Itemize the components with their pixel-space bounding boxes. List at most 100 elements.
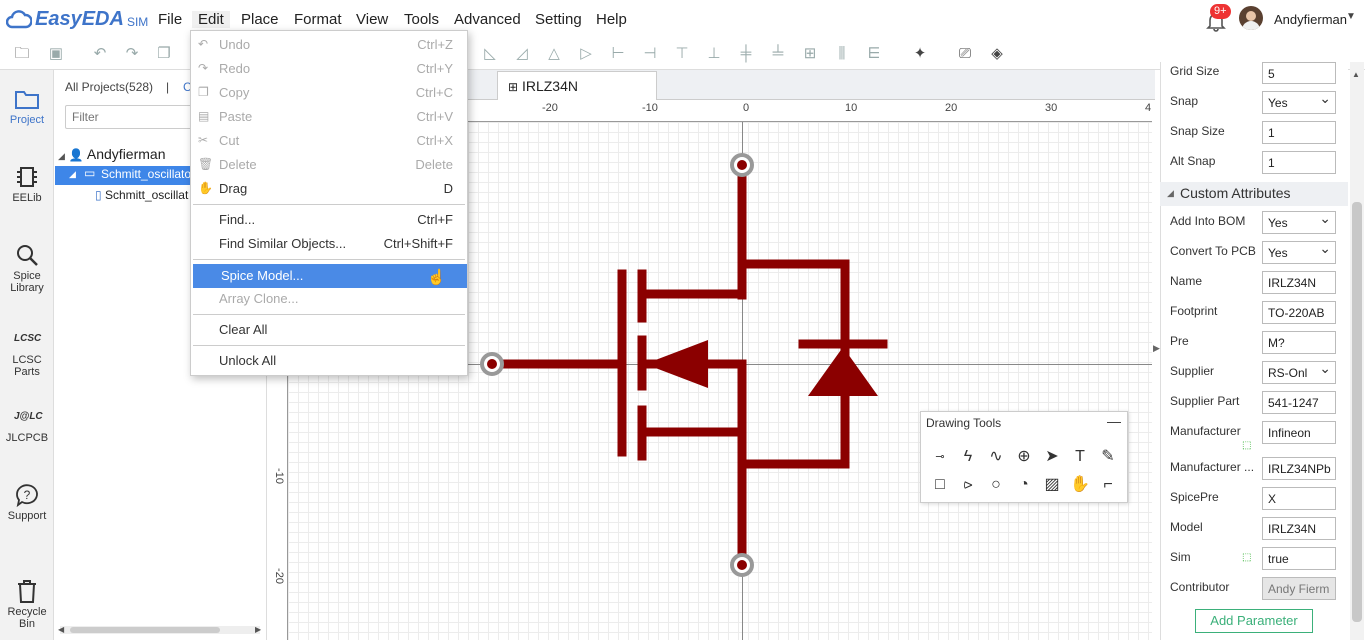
scroll-up-icon[interactable]: ▲ xyxy=(1352,70,1360,79)
tree-item-schematic[interactable]: ▯ Schmitt_oscillat xyxy=(95,188,188,202)
menu-format[interactable]: Format xyxy=(294,11,342,28)
custom-attributes-header[interactable]: ◢ Custom Attributes xyxy=(1160,182,1348,206)
collapse-panel-icon[interactable]: ▶ xyxy=(1153,343,1160,354)
arrow-icon[interactable]: ➤ xyxy=(1041,446,1063,468)
flip-horizontal-icon[interactable]: ▷ xyxy=(576,44,596,64)
undo-icon[interactable]: ↶ xyxy=(90,44,110,64)
visibility-icon[interactable]: ⬚ xyxy=(1242,440,1251,451)
nav-lcsc-parts[interactable]: LCSC LCSC Parts xyxy=(0,326,54,378)
manufacturer-input[interactable]: Infineon xyxy=(1262,421,1336,444)
name-input[interactable]: IRLZ34N xyxy=(1262,271,1336,294)
pin-icon[interactable]: ✦ xyxy=(910,44,930,64)
menu-file[interactable]: File xyxy=(158,11,182,28)
align-right-icon[interactable]: ⊣ xyxy=(640,44,660,64)
text-icon[interactable]: T xyxy=(1069,446,1091,468)
visibility-icon[interactable]: ⬚ xyxy=(1242,552,1251,563)
nav-spice-library[interactable]: Spice Library xyxy=(0,242,54,294)
menu-item-copy[interactable]: ❐ Copy Ctrl+C xyxy=(191,81,467,105)
image-icon[interactable]: ⎚ xyxy=(955,44,975,64)
all-projects-link[interactable]: All Projects(528) xyxy=(65,80,153,94)
nav-jlcpcb[interactable]: J@LC JLCPCB xyxy=(0,404,54,444)
flip-icon[interactable]: △ xyxy=(544,44,564,64)
model-input[interactable]: IRLZ34N xyxy=(1262,517,1336,540)
tree-root[interactable]: ◢ 👤 Andyfierman xyxy=(58,146,165,162)
add-into-bom-select[interactable]: Yes xyxy=(1262,211,1336,234)
supplier-select[interactable]: RS-Onl xyxy=(1262,361,1336,384)
scroll-right-icon[interactable]: ▶ xyxy=(255,625,261,634)
menu-item-unlock-all[interactable]: Unlock All xyxy=(191,349,467,373)
rectangle-icon[interactable]: □ xyxy=(929,474,951,496)
mosfet-symbol[interactable] xyxy=(470,140,910,590)
menu-view[interactable]: View xyxy=(356,11,388,28)
polyline-icon[interactable]: ⌐ xyxy=(1097,474,1119,496)
menu-item-redo[interactable]: ↷ Redo Ctrl+Y xyxy=(191,57,467,81)
save-icon[interactable]: ▣ xyxy=(46,44,66,64)
menu-item-find-similar[interactable]: Find Similar Objects... Ctrl+Shift+F xyxy=(191,232,467,256)
align-top-icon[interactable]: ⊤ xyxy=(672,44,692,64)
expand-icon[interactable]: ◢ xyxy=(69,169,76,180)
copy-icon[interactable]: ❐ xyxy=(154,44,174,64)
menu-item-spice-model[interactable]: Spice Model... ☝ xyxy=(193,264,467,288)
align-left-icon[interactable]: ⊢ xyxy=(608,44,628,64)
nav-eelib[interactable]: EELib xyxy=(0,164,54,204)
nav-project[interactable]: Project xyxy=(0,86,54,126)
snap-select[interactable]: Yes xyxy=(1262,91,1336,114)
menu-help[interactable]: Help xyxy=(596,11,627,28)
nav-recycle-bin[interactable]: Recycle Bin xyxy=(0,578,54,630)
footprint-input[interactable]: TO-220AB xyxy=(1262,301,1336,324)
menu-item-find[interactable]: Find... Ctrl+F xyxy=(191,208,467,232)
tab-irlz34n[interactable]: ⊞ IRLZ34N xyxy=(497,71,657,100)
menu-item-paste[interactable]: ▤ Paste Ctrl+V xyxy=(191,105,467,129)
circle-icon[interactable]: ○ xyxy=(985,474,1007,496)
align-middle-icon[interactable]: ╧ xyxy=(768,44,788,64)
hand-icon[interactable]: ✋ xyxy=(1069,474,1091,496)
convert-to-pcb-select[interactable]: Yes xyxy=(1262,241,1336,264)
pencil-icon[interactable]: ✎ xyxy=(1097,446,1119,468)
layers-icon[interactable]: ◈ xyxy=(987,44,1007,64)
horizontal-scrollbar[interactable] xyxy=(60,626,260,634)
spicepre-input[interactable]: X xyxy=(1262,487,1336,510)
menu-item-undo[interactable]: ↶ Undo Ctrl+Z xyxy=(191,33,467,57)
align-bottom-icon[interactable]: ⊥ xyxy=(704,44,724,64)
image-icon[interactable]: ▨ xyxy=(1041,474,1063,496)
snap-size-input[interactable]: 1 xyxy=(1262,121,1336,144)
manufacturer-part-input[interactable]: IRLZ34NPb xyxy=(1262,457,1336,480)
open-folder-icon[interactable]: 🗀 xyxy=(12,44,32,64)
bezier-icon[interactable]: ∿ xyxy=(985,446,1007,468)
distribute-icon[interactable]: ⊞ xyxy=(800,44,820,64)
menu-item-drag[interactable]: ✋ Drag D xyxy=(191,177,467,201)
grid-size-input[interactable]: 5 xyxy=(1262,62,1336,84)
pre-input[interactable]: M? xyxy=(1262,331,1336,354)
menu-place[interactable]: Place xyxy=(241,11,279,28)
menu-tools[interactable]: Tools xyxy=(404,11,439,28)
menu-advanced[interactable]: Advanced xyxy=(454,11,521,28)
net-label-icon[interactable]: ⊸ xyxy=(929,446,951,468)
rotate-icon[interactable]: ◿ xyxy=(512,44,532,64)
menu-item-delete[interactable]: 🗑 Delete Delete xyxy=(191,153,467,177)
chevron-down-icon[interactable]: ▼ xyxy=(1346,11,1356,22)
avatar[interactable] xyxy=(1239,6,1263,30)
supplier-part-input[interactable]: 541-1247 xyxy=(1262,391,1336,414)
distribute-horizontal-icon[interactable]: ⋿ xyxy=(864,44,884,64)
vertical-scrollbar[interactable] xyxy=(1350,62,1364,640)
redo-icon[interactable]: ↷ xyxy=(122,44,142,64)
sim-input[interactable]: true xyxy=(1262,547,1336,570)
menu-setting[interactable]: Setting xyxy=(535,11,582,28)
filter-input[interactable] xyxy=(65,105,205,129)
pie-icon[interactable]: ◔ xyxy=(1013,474,1035,496)
nav-support[interactable]: ? Support xyxy=(0,482,54,522)
expand-icon[interactable]: ◢ xyxy=(58,151,65,161)
arc-icon[interactable]: ⊕ xyxy=(1013,446,1035,468)
alt-snap-input[interactable]: 1 xyxy=(1262,151,1336,174)
menu-edit[interactable]: Edit xyxy=(192,11,230,28)
username-dropdown[interactable]: Andyfierman xyxy=(1274,12,1347,27)
menu-item-cut[interactable]: ✂ Cut Ctrl+X xyxy=(191,129,467,153)
align-icon[interactable]: ◺ xyxy=(480,44,500,64)
align-center-icon[interactable]: ╪ xyxy=(736,44,756,64)
distribute-vertical-icon[interactable]: ⫼ xyxy=(832,44,852,64)
menu-item-array-clone[interactable]: Array Clone... xyxy=(191,287,467,311)
add-parameter-button[interactable]: Add Parameter xyxy=(1195,609,1313,633)
wire-icon[interactable]: ϟ xyxy=(957,446,979,468)
polygon-icon[interactable]: ⪧ xyxy=(957,474,979,496)
minimize-button[interactable]: — xyxy=(1107,413,1121,429)
